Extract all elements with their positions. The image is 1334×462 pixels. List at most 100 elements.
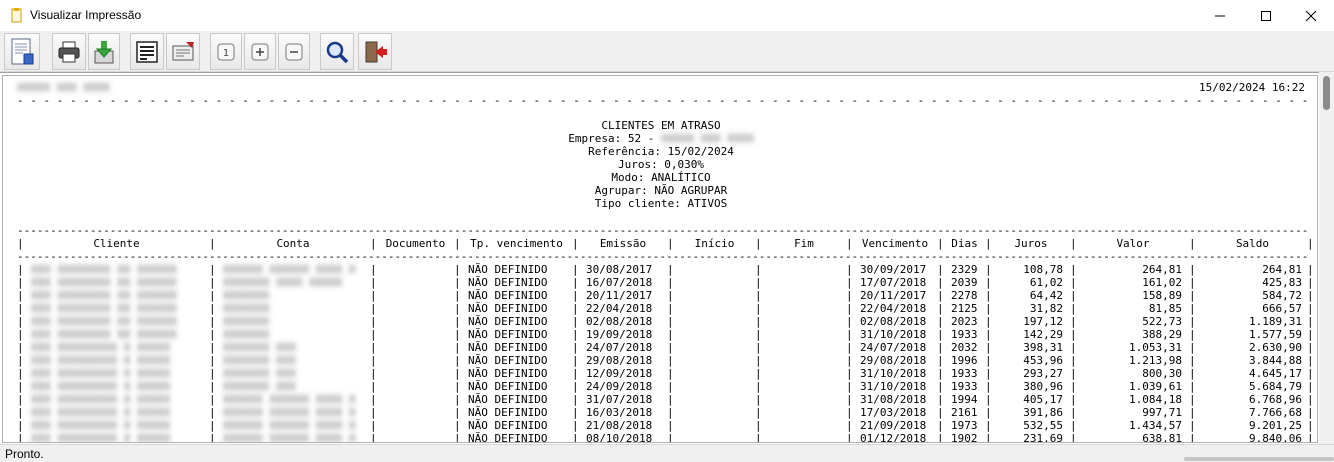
cell-dias: 1994: [951, 393, 978, 406]
minimize-button[interactable]: [1197, 0, 1243, 31]
column-divider: |: [937, 328, 944, 341]
column-divider: |: [1189, 328, 1196, 341]
column-divider: |: [1070, 406, 1077, 419]
column-divider: |: [454, 367, 461, 380]
report-page: XXXXX XXX XXXX 15/02/2024 16:22 - - - - …: [2, 75, 1318, 443]
zoom-out-button[interactable]: [278, 33, 310, 70]
column-divider: |: [209, 237, 216, 250]
cell-cliente: XXX XXXXXXXX XX XXXXXX: [31, 302, 177, 315]
column-divider: |: [572, 341, 579, 354]
cell-emissao: 24/07/2018: [586, 341, 653, 354]
preview-area[interactable]: XXXXX XXX XXXX 15/02/2024 16:22 - - - - …: [0, 72, 1334, 444]
column-divider: |: [1189, 276, 1196, 289]
cell-valor: 800,30: [1142, 367, 1182, 380]
column-divider: |: [1070, 341, 1077, 354]
table-row: | | | | | | | | | | | | | XXX XXXXXXXX XX XXXXXX XXXXX…: [17, 315, 1314, 328]
format-button[interactable]: [130, 33, 164, 70]
cell-venc: 24/07/2018: [860, 341, 927, 354]
column-divider: |: [1189, 302, 1196, 315]
search-button[interactable]: [320, 33, 354, 70]
table-row: | | | | | | | | | | | | | XXX XXXXXXXXX X XXXXX XXXXXX…: [17, 419, 1314, 432]
zoom-in-button[interactable]: [244, 33, 276, 70]
column-divider: |: [667, 367, 674, 380]
cell-emissao: 08/10/2018: [586, 432, 653, 443]
column-divider: |: [454, 393, 461, 406]
column-divider: |: [572, 354, 579, 367]
column-divider: |: [846, 237, 853, 250]
cell-venc: 22/04/2018: [860, 302, 927, 315]
download-icon: [94, 40, 114, 63]
column-divider: |: [937, 380, 944, 393]
cell-tp: NÃO DEFINIDO: [468, 380, 548, 393]
cell-venc: 31/10/2018: [860, 380, 927, 393]
column-divider: |: [17, 289, 24, 302]
column-header-venc: Vencimento: [861, 237, 929, 250]
minus-icon: [285, 43, 303, 60]
report-button[interactable]: [166, 33, 200, 70]
column-divider: |: [985, 380, 992, 393]
column-header-saldo: Saldo: [1235, 237, 1270, 250]
cell-dias: 1933: [951, 380, 978, 393]
column-divider: |: [572, 393, 579, 406]
cell-valor: 638,81: [1142, 432, 1182, 443]
table-row: | | | | | | | | | | | | | XXX XXXXXXXX XX XXXXXX XXXXX…: [17, 263, 1314, 276]
cell-conta: XXXXXXX XXX: [223, 380, 296, 393]
column-divider: |: [209, 380, 216, 393]
column-divider: |: [1189, 419, 1196, 432]
cell-saldo: 584,72: [1262, 289, 1302, 302]
page-setup-button[interactable]: [4, 33, 40, 70]
column-divider: |: [454, 276, 461, 289]
cell-dias: 2032: [951, 341, 978, 354]
status-bar: Pronto.: [0, 444, 1334, 462]
zoom-reset-icon: 1: [217, 43, 235, 60]
vertical-scrollbar-thumb[interactable]: [1323, 76, 1330, 110]
column-divider: |: [667, 419, 674, 432]
column-divider: |: [755, 380, 762, 393]
column-divider: |: [667, 315, 674, 328]
close-button[interactable]: [1288, 0, 1334, 31]
column-divider: |: [1307, 263, 1314, 276]
table-row: | | | | | | | | | | | | | XXX XXXXXXXX XX XXXXXX XXXXX…: [17, 302, 1314, 315]
maximize-button[interactable]: [1243, 0, 1289, 31]
cell-emissao: 22/04/2018: [586, 302, 653, 315]
cell-cliente: XXX XXXXXXXXX X XXXXX: [31, 393, 171, 406]
horizontal-scrollbar-thumb[interactable]: [1184, 457, 1334, 461]
column-divider: |: [1189, 341, 1196, 354]
cell-saldo: 425,83: [1262, 276, 1302, 289]
column-divider: |: [985, 302, 992, 315]
export-button[interactable]: [88, 33, 120, 70]
column-divider: |: [17, 380, 24, 393]
vertical-scrollbar[interactable]: [1319, 72, 1334, 444]
cell-valor: 1.084,18: [1129, 393, 1182, 406]
cell-conta: XXXXXX XXXXXX XXXX X: [223, 393, 356, 406]
cell-conta: XXXXXXX: [223, 289, 270, 302]
cell-valor: 1.053,31: [1129, 341, 1182, 354]
column-divider: |: [454, 354, 461, 367]
print-button[interactable]: [52, 33, 86, 70]
report-title-block: CLIENTES EM ATRASO Empresa: 52 - XXXXX X…: [3, 119, 1317, 210]
column-divider: |: [209, 276, 216, 289]
column-divider: |: [17, 328, 24, 341]
report-title: CLIENTES EM ATRASO: [601, 119, 721, 132]
toolbar: 1: [0, 31, 1334, 72]
cell-emissao: 29/08/2018: [586, 354, 653, 367]
column-header-dias: Dias: [951, 237, 978, 250]
column-divider: |: [454, 289, 461, 302]
cell-cliente: XXX XXXXXXXXX X XXXXX: [31, 367, 171, 380]
cell-conta: XXXXXXX: [223, 302, 270, 315]
zoom-reset-button[interactable]: 1: [210, 33, 242, 70]
column-divider: |: [985, 237, 992, 250]
column-divider: |: [572, 276, 579, 289]
column-divider: |: [755, 315, 762, 328]
column-divider: |: [572, 263, 579, 276]
column-divider: |: [846, 432, 853, 443]
column-divider: |: [755, 354, 762, 367]
column-divider: |: [985, 328, 992, 341]
column-divider: |: [1070, 302, 1077, 315]
cell-cliente: XXX XXXXXXXX XX XXXXXX: [31, 276, 177, 289]
column-divider: |: [985, 354, 992, 367]
exit-button[interactable]: [358, 33, 392, 70]
column-divider: |: [846, 276, 853, 289]
cell-cliente: XXX XXXXXXXX XX XXXXXX: [31, 315, 177, 328]
column-divider: |: [937, 432, 944, 443]
